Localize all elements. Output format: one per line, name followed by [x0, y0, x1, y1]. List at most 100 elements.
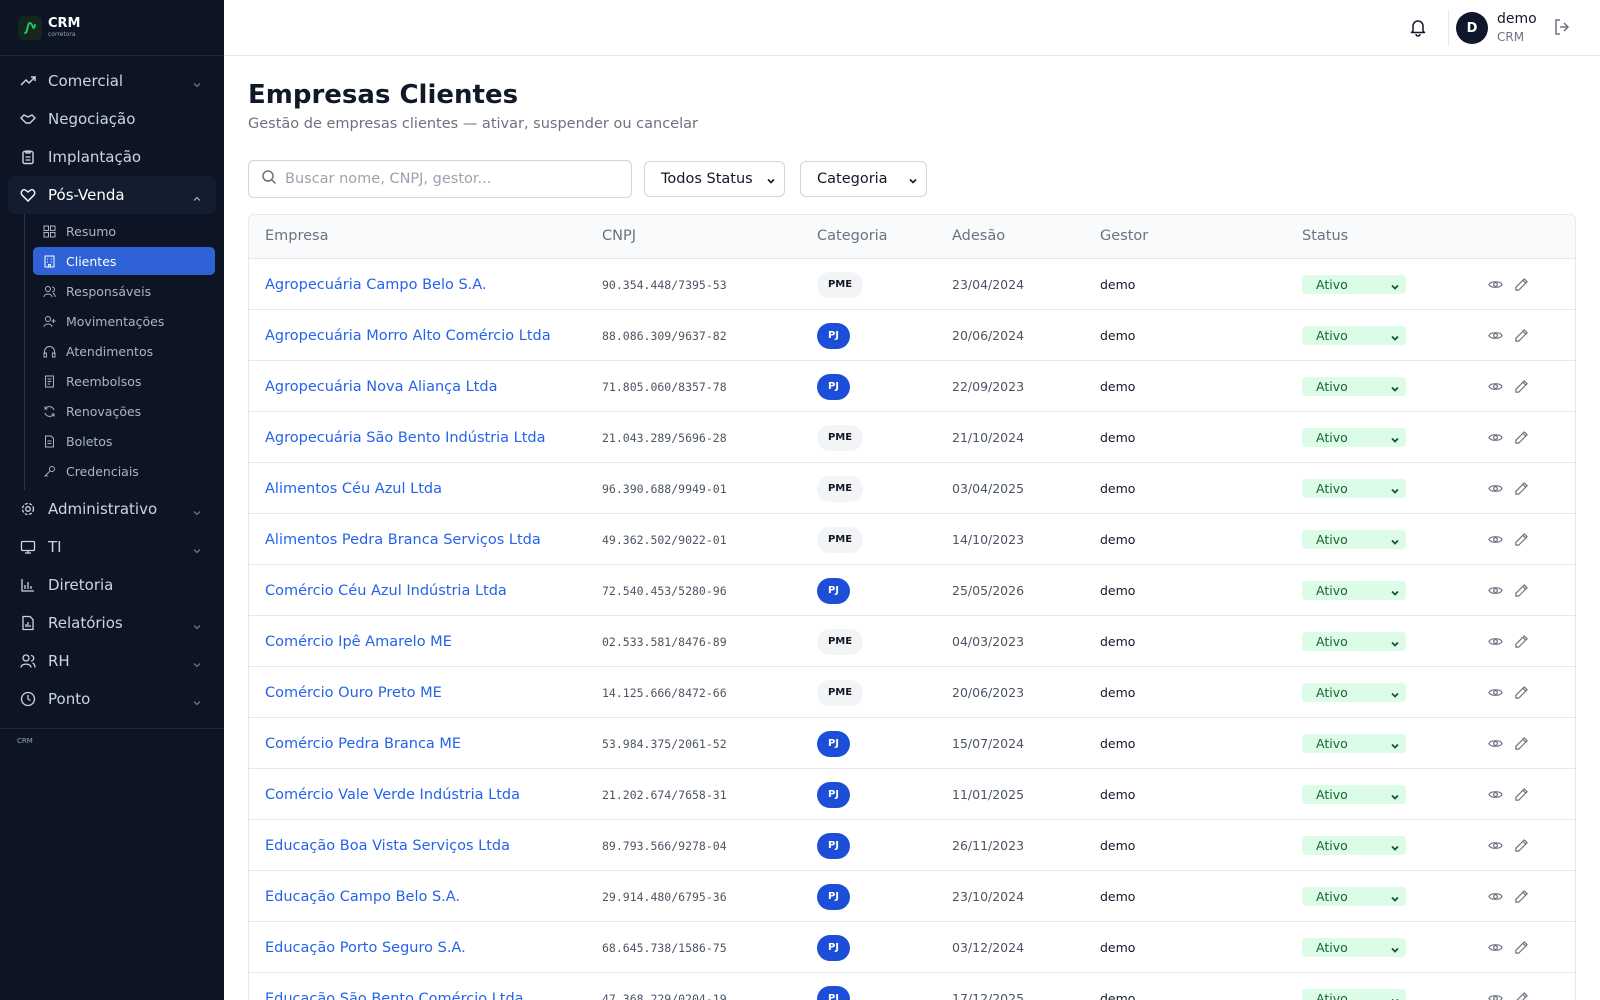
- company-name-link[interactable]: Agropecuária São Bento Indústria Ltda: [265, 412, 546, 463]
- avatar[interactable]: D: [1456, 12, 1488, 44]
- sidebar-item-ponto[interactable]: Ponto: [8, 680, 216, 718]
- table-row[interactable]: Alimentos Céu Azul Ltda 96.390.688/9949-0…: [249, 463, 1575, 514]
- table-row[interactable]: Educação Boa Vista Serviços Ltda 89.793.5…: [249, 820, 1575, 871]
- table-row[interactable]: Educação São Bento Comércio Ltda 47.368.2…: [249, 973, 1575, 1000]
- status-select[interactable]: Ativo: [1302, 377, 1406, 396]
- eye-icon[interactable]: [1487, 481, 1503, 497]
- status-select[interactable]: Ativo: [1302, 581, 1406, 600]
- company-name-link[interactable]: Educação São Bento Comércio Ltda: [265, 973, 524, 1000]
- status-select[interactable]: Ativo: [1302, 428, 1406, 447]
- eye-icon[interactable]: [1487, 532, 1503, 548]
- pencil-icon[interactable]: [1513, 481, 1529, 497]
- eye-icon[interactable]: [1487, 889, 1503, 905]
- table-row[interactable]: Comércio Ipê Amarelo ME 02.533.581/8476-8…: [249, 616, 1575, 667]
- table-row[interactable]: Agropecuária Campo Belo S.A. 90.354.448/7…: [249, 259, 1575, 310]
- company-name-link[interactable]: Educação Porto Seguro S.A.: [265, 922, 466, 973]
- company-name-link[interactable]: Alimentos Pedra Branca Serviços Ltda: [265, 514, 541, 565]
- table-row[interactable]: Educação Porto Seguro S.A. 68.645.738/158…: [249, 922, 1575, 973]
- company-name-link[interactable]: Comércio Céu Azul Indústria Ltda: [265, 565, 507, 616]
- sidebar-subitem-credenciais[interactable]: Credenciais: [33, 457, 215, 485]
- status-select[interactable]: Ativo: [1302, 275, 1406, 294]
- status-select[interactable]: Ativo: [1302, 326, 1406, 345]
- pencil-icon[interactable]: [1513, 736, 1529, 752]
- status-select[interactable]: Ativo: [1302, 938, 1406, 957]
- sidebar-subitem-clientes[interactable]: Clientes: [33, 247, 215, 275]
- sidebar-item-negociacao[interactable]: Negociação: [8, 100, 216, 138]
- eye-icon[interactable]: [1487, 430, 1503, 446]
- pencil-icon[interactable]: [1513, 940, 1529, 956]
- company-name-link[interactable]: Agropecuária Morro Alto Comércio Ltda: [265, 310, 551, 361]
- status-select[interactable]: Ativo: [1302, 989, 1406, 1000]
- eye-icon[interactable]: [1487, 940, 1503, 956]
- status-filter-select[interactable]: Todos Status: [644, 161, 785, 197]
- company-name-link[interactable]: Comércio Ouro Preto ME: [265, 667, 442, 718]
- eye-icon[interactable]: [1487, 991, 1503, 1000]
- pencil-icon[interactable]: [1513, 991, 1529, 1000]
- table-row[interactable]: Educação Campo Belo S.A. 29.914.480/6795-…: [249, 871, 1575, 922]
- sidebar-subitem-renovacoes[interactable]: Renovações: [33, 397, 215, 425]
- sidebar-item-pos-venda[interactable]: Pós-Venda: [8, 176, 216, 214]
- sidebar-subitem-movimentacoes[interactable]: Movimentações: [33, 307, 215, 335]
- status-select[interactable]: Ativo: [1302, 785, 1406, 804]
- company-name-link[interactable]: Alimentos Céu Azul Ltda: [265, 463, 442, 514]
- pencil-icon[interactable]: [1513, 889, 1529, 905]
- pencil-icon[interactable]: [1513, 328, 1529, 344]
- table-row[interactable]: Agropecuária Morro Alto Comércio Ltda 88.…: [249, 310, 1575, 361]
- sidebar-item-comercial[interactable]: Comercial: [8, 62, 216, 100]
- eye-icon[interactable]: [1487, 787, 1503, 803]
- company-name-link[interactable]: Educação Campo Belo S.A.: [265, 871, 460, 922]
- status-select[interactable]: Ativo: [1302, 530, 1406, 549]
- sidebar-item-rh[interactable]: RH: [8, 642, 216, 680]
- company-name-link[interactable]: Agropecuária Campo Belo S.A.: [265, 259, 487, 310]
- pencil-icon[interactable]: [1513, 634, 1529, 650]
- table-row[interactable]: Alimentos Pedra Branca Serviços Ltda 49.3…: [249, 514, 1575, 565]
- pencil-icon[interactable]: [1513, 583, 1529, 599]
- table-row[interactable]: Comércio Ouro Preto ME 14.125.666/8472-66…: [249, 667, 1575, 718]
- table-row[interactable]: Comércio Vale Verde Indústria Ltda 21.202…: [249, 769, 1575, 820]
- eye-icon[interactable]: [1487, 736, 1503, 752]
- sidebar-item-implantacao[interactable]: Implantação: [8, 138, 216, 176]
- sidebar-subitem-reembolsos[interactable]: Reembolsos: [33, 367, 215, 395]
- eye-icon[interactable]: [1487, 277, 1503, 293]
- sidebar-item-relatorios[interactable]: Relatórios: [8, 604, 216, 642]
- status-select[interactable]: Ativo: [1302, 632, 1406, 651]
- status-select[interactable]: Ativo: [1302, 683, 1406, 702]
- eye-icon[interactable]: [1487, 634, 1503, 650]
- bell-icon[interactable]: [1408, 17, 1428, 37]
- pencil-icon[interactable]: [1513, 838, 1529, 854]
- pencil-icon[interactable]: [1513, 277, 1529, 293]
- sidebar-subitem-boletos[interactable]: Boletos: [33, 427, 215, 455]
- table-row[interactable]: Agropecuária São Bento Indústria Ltda 21.…: [249, 412, 1575, 463]
- pencil-icon[interactable]: [1513, 379, 1529, 395]
- company-name-link[interactable]: Educação Boa Vista Serviços Ltda: [265, 820, 510, 871]
- eye-icon[interactable]: [1487, 685, 1503, 701]
- status-select[interactable]: Ativo: [1302, 836, 1406, 855]
- eye-icon[interactable]: [1487, 583, 1503, 599]
- category-filter-select[interactable]: Categoria: [800, 161, 927, 197]
- company-name-link[interactable]: Comércio Pedra Branca ME: [265, 718, 461, 769]
- table-row[interactable]: Comércio Céu Azul Indústria Ltda 72.540.4…: [249, 565, 1575, 616]
- logout-icon[interactable]: [1552, 17, 1572, 37]
- brand[interactable]: CRM corretora: [0, 0, 224, 56]
- sidebar-subitem-resumo[interactable]: Resumo: [33, 217, 215, 245]
- eye-icon[interactable]: [1487, 838, 1503, 854]
- search-input[interactable]: [285, 171, 615, 187]
- pencil-icon[interactable]: [1513, 787, 1529, 803]
- pencil-icon[interactable]: [1513, 430, 1529, 446]
- eye-icon[interactable]: [1487, 328, 1503, 344]
- pencil-icon[interactable]: [1513, 685, 1529, 701]
- sidebar-item-diretoria[interactable]: Diretoria: [8, 566, 216, 604]
- status-select[interactable]: Ativo: [1302, 887, 1406, 906]
- pencil-icon[interactable]: [1513, 532, 1529, 548]
- company-name-link[interactable]: Agropecuária Nova Aliança Ltda: [265, 361, 497, 412]
- status-select[interactable]: Ativo: [1302, 479, 1406, 498]
- table-row[interactable]: Agropecuária Nova Aliança Ltda 71.805.060…: [249, 361, 1575, 412]
- sidebar-subitem-responsaveis[interactable]: Responsáveis: [33, 277, 215, 305]
- status-select[interactable]: Ativo: [1302, 734, 1406, 753]
- company-name-link[interactable]: Comércio Vale Verde Indústria Ltda: [265, 769, 520, 820]
- sidebar-item-ti[interactable]: TI: [8, 528, 216, 566]
- search-box[interactable]: [248, 160, 632, 198]
- table-row[interactable]: Comércio Pedra Branca ME 53.984.375/2061-…: [249, 718, 1575, 769]
- eye-icon[interactable]: [1487, 379, 1503, 395]
- company-name-link[interactable]: Comércio Ipê Amarelo ME: [265, 616, 452, 667]
